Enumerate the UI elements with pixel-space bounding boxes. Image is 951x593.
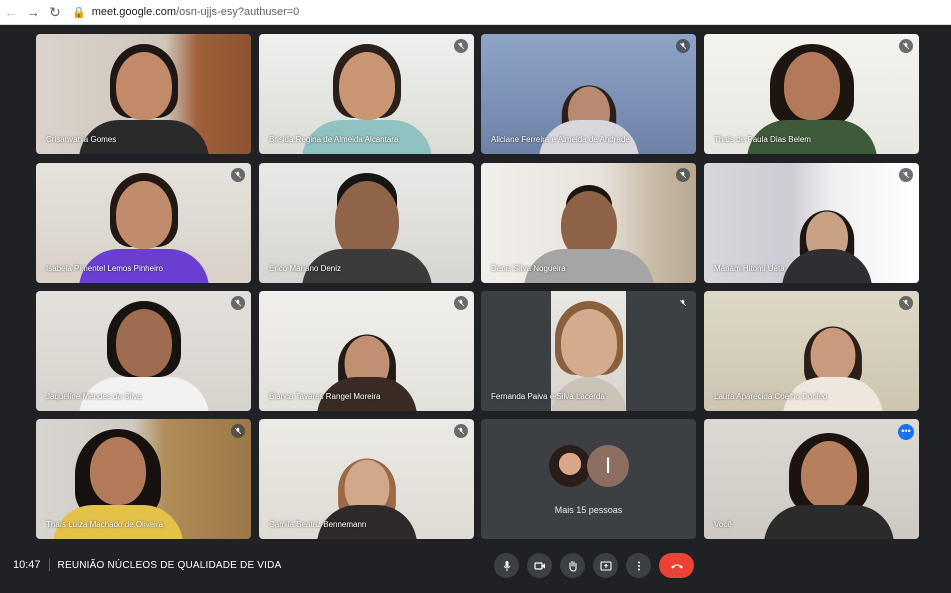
- participant-name: Aliciane Ferreira e Almeida de Andrade: [491, 135, 630, 144]
- participant-avatar: [549, 445, 591, 487]
- participant-name: Crisanvania Gomes: [46, 135, 117, 144]
- mic-off-icon: [454, 296, 468, 310]
- participant-name: Erico Mariano Deniz: [269, 264, 342, 273]
- participant-tile[interactable]: Aliciane Ferreira e Almeida de Andrade: [481, 34, 696, 154]
- participant-tile[interactable]: Erico Mariano Deniz: [259, 163, 474, 283]
- camera-icon: [533, 561, 545, 570]
- participant-name: Camila Beatriz Bennemann: [269, 520, 367, 529]
- participant-name: Jaqueline Mendes da Silva: [46, 392, 142, 401]
- mic-off-icon: [899, 39, 913, 53]
- mic-off-icon: [454, 424, 468, 438]
- participant-name: Brisida Regina de Almeida Alcantara: [269, 135, 399, 144]
- url-path: /osn-ujjs-esy?authuser=0: [176, 6, 300, 18]
- present-icon: [599, 560, 612, 571]
- participant-tile[interactable]: Camila Beatriz Bennemann: [259, 419, 474, 539]
- present-screen-button[interactable]: [593, 553, 618, 578]
- microphone-icon: [503, 560, 510, 571]
- participant-name: Fernanda Paiva e Silva Lacerda: [491, 392, 605, 401]
- participant-tile[interactable]: Mariam Hitomi Ueta: [704, 163, 919, 283]
- participant-avatar: I: [587, 445, 629, 487]
- participant-name: Thaís de Paula Dias Belem: [714, 135, 811, 144]
- raise-hand-button[interactable]: [560, 553, 585, 578]
- more-options-icon[interactable]: •••: [898, 424, 914, 440]
- meeting-title: REUNIÃO NÚCLEOS DE QUALIDADE DE VIDA: [57, 559, 282, 571]
- lock-icon[interactable]: 🔒: [72, 6, 86, 19]
- more-options-button[interactable]: [626, 553, 651, 578]
- participant-tile[interactable]: Brisida Regina de Almeida Alcantara: [259, 34, 474, 154]
- participant-tile[interactable]: Bianca Tavares Rangel Moreira: [259, 291, 474, 411]
- mic-off-icon: [231, 168, 245, 182]
- reload-icon[interactable]: ↻: [44, 0, 66, 24]
- back-arrow-icon[interactable]: ←: [0, 0, 22, 24]
- url-host: meet.google.com: [91, 6, 177, 18]
- more-vert-icon: [637, 561, 640, 570]
- participant-name: Thaís Luiza Machado de Oliveira: [46, 520, 163, 529]
- leave-call-button[interactable]: [659, 553, 694, 578]
- mic-off-icon: [676, 168, 690, 182]
- participant-tile[interactable]: Laura Aparecida Coelho Dorileo: [704, 291, 919, 411]
- call-controls: [494, 553, 694, 578]
- self-tile[interactable]: ••• Você: [704, 419, 919, 539]
- divider: [48, 559, 50, 571]
- meeting-controls-bar: 10:47 REUNIÃO NÚCLEOS DE QUALIDADE DE VI…: [0, 545, 951, 585]
- participant-tile[interactable]: Denis Silva Nogueira: [481, 163, 696, 283]
- participant-name: Bianca Tavares Rangel Moreira: [269, 392, 381, 401]
- participant-name: Isabela Pimentel Lemos Pinheiro: [46, 264, 163, 273]
- participant-name: Mariam Hitomi Ueta: [714, 264, 785, 273]
- more-participants-tile[interactable]: I Mais 15 pessoas: [481, 419, 696, 539]
- mic-off-icon: [676, 296, 690, 310]
- more-participants-label: Mais 15 pessoas: [554, 505, 623, 515]
- phone-hangup-icon: [670, 564, 683, 568]
- browser-address-bar: ← → ↻ 🔒 meet.google.com/osn-ujjs-esy?aut…: [0, 0, 951, 25]
- mic-off-icon: [899, 168, 913, 182]
- forward-arrow-icon[interactable]: →: [22, 0, 44, 24]
- participant-name: Laura Aparecida Coelho Dorileo: [714, 392, 828, 401]
- participant-tile[interactable]: Crisanvania Gomes: [36, 34, 251, 154]
- url-field[interactable]: meet.google.com/osn-ujjs-esy?authuser=0: [92, 6, 300, 18]
- participant-tile[interactable]: Jaqueline Mendes da Silva: [36, 291, 251, 411]
- microphone-button[interactable]: [494, 553, 519, 578]
- participant-tile[interactable]: Isabela Pimentel Lemos Pinheiro: [36, 163, 251, 283]
- participant-name: Denis Silva Nogueira: [491, 264, 566, 273]
- participant-tile[interactable]: Thaís Luiza Machado de Oliveira: [36, 419, 251, 539]
- participant-tile[interactable]: Fernanda Paiva e Silva Lacerda: [481, 291, 696, 411]
- mic-off-icon: [231, 424, 245, 438]
- hand-icon: [568, 560, 577, 572]
- participant-name: Você: [714, 520, 732, 529]
- mic-off-icon: [676, 39, 690, 53]
- meeting-time: 10:47: [13, 559, 41, 571]
- camera-button[interactable]: [527, 553, 552, 578]
- mic-off-icon: [454, 39, 468, 53]
- participant-tile[interactable]: Thaís de Paula Dias Belem: [704, 34, 919, 154]
- mic-off-icon: [899, 296, 913, 310]
- mic-off-icon: [231, 296, 245, 310]
